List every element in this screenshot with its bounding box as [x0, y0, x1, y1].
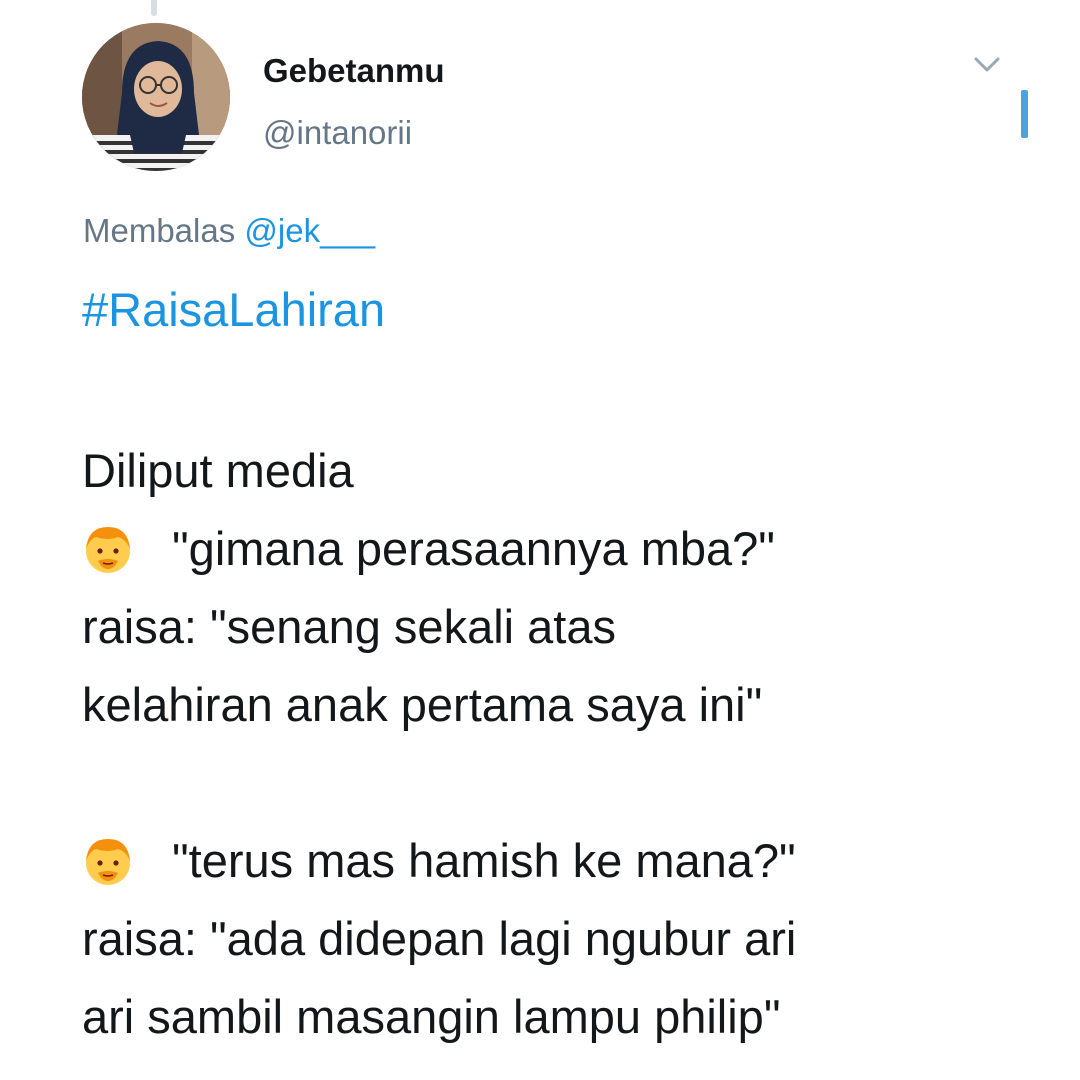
replying-to-line: Membalas @jek___ [83, 212, 375, 250]
author-handle[interactable]: @intanorii [263, 114, 412, 152]
scrollbar-thumb[interactable] [1021, 90, 1028, 138]
avatar-image [82, 23, 230, 171]
tweet-line: raisa: "ada didepan lagi ngubur ari [82, 912, 797, 965]
tweet-line-with-emoji: "terus mas hamish ke mana?" [82, 822, 1042, 900]
tweet-line: Diliput media [82, 444, 354, 497]
replying-to-label: Membalas [83, 212, 236, 249]
hashtag-link[interactable]: #RaisaLahiran [82, 282, 385, 337]
avatar[interactable] [82, 23, 230, 171]
tweet-line-text: "terus mas hamish ke mana?" [172, 834, 796, 887]
tweet-line: kelahiran anak pertama saya ini" [82, 678, 763, 731]
tweet-line: ari sambil masangin lampu philip" [82, 990, 781, 1043]
man-face-emoji-icon [86, 527, 130, 573]
thread-connector-line [151, 0, 157, 16]
tweet-line-with-emoji: "gimana perasaannya mba?" [82, 510, 1042, 588]
man-face-emoji-icon [86, 839, 130, 885]
reply-mention-link[interactable]: @jek___ [244, 212, 375, 249]
tweet-line-text: "gimana perasaannya mba?" [172, 522, 775, 575]
tweet-text: Diliput media "gimana perasaannya mba?" … [82, 432, 1042, 1056]
author-display-name[interactable]: Gebetanmu [263, 52, 445, 90]
tweet-line: raisa: "senang sekali atas [82, 600, 616, 653]
line-break [82, 744, 1042, 822]
chevron-down-icon[interactable] [972, 54, 1002, 76]
